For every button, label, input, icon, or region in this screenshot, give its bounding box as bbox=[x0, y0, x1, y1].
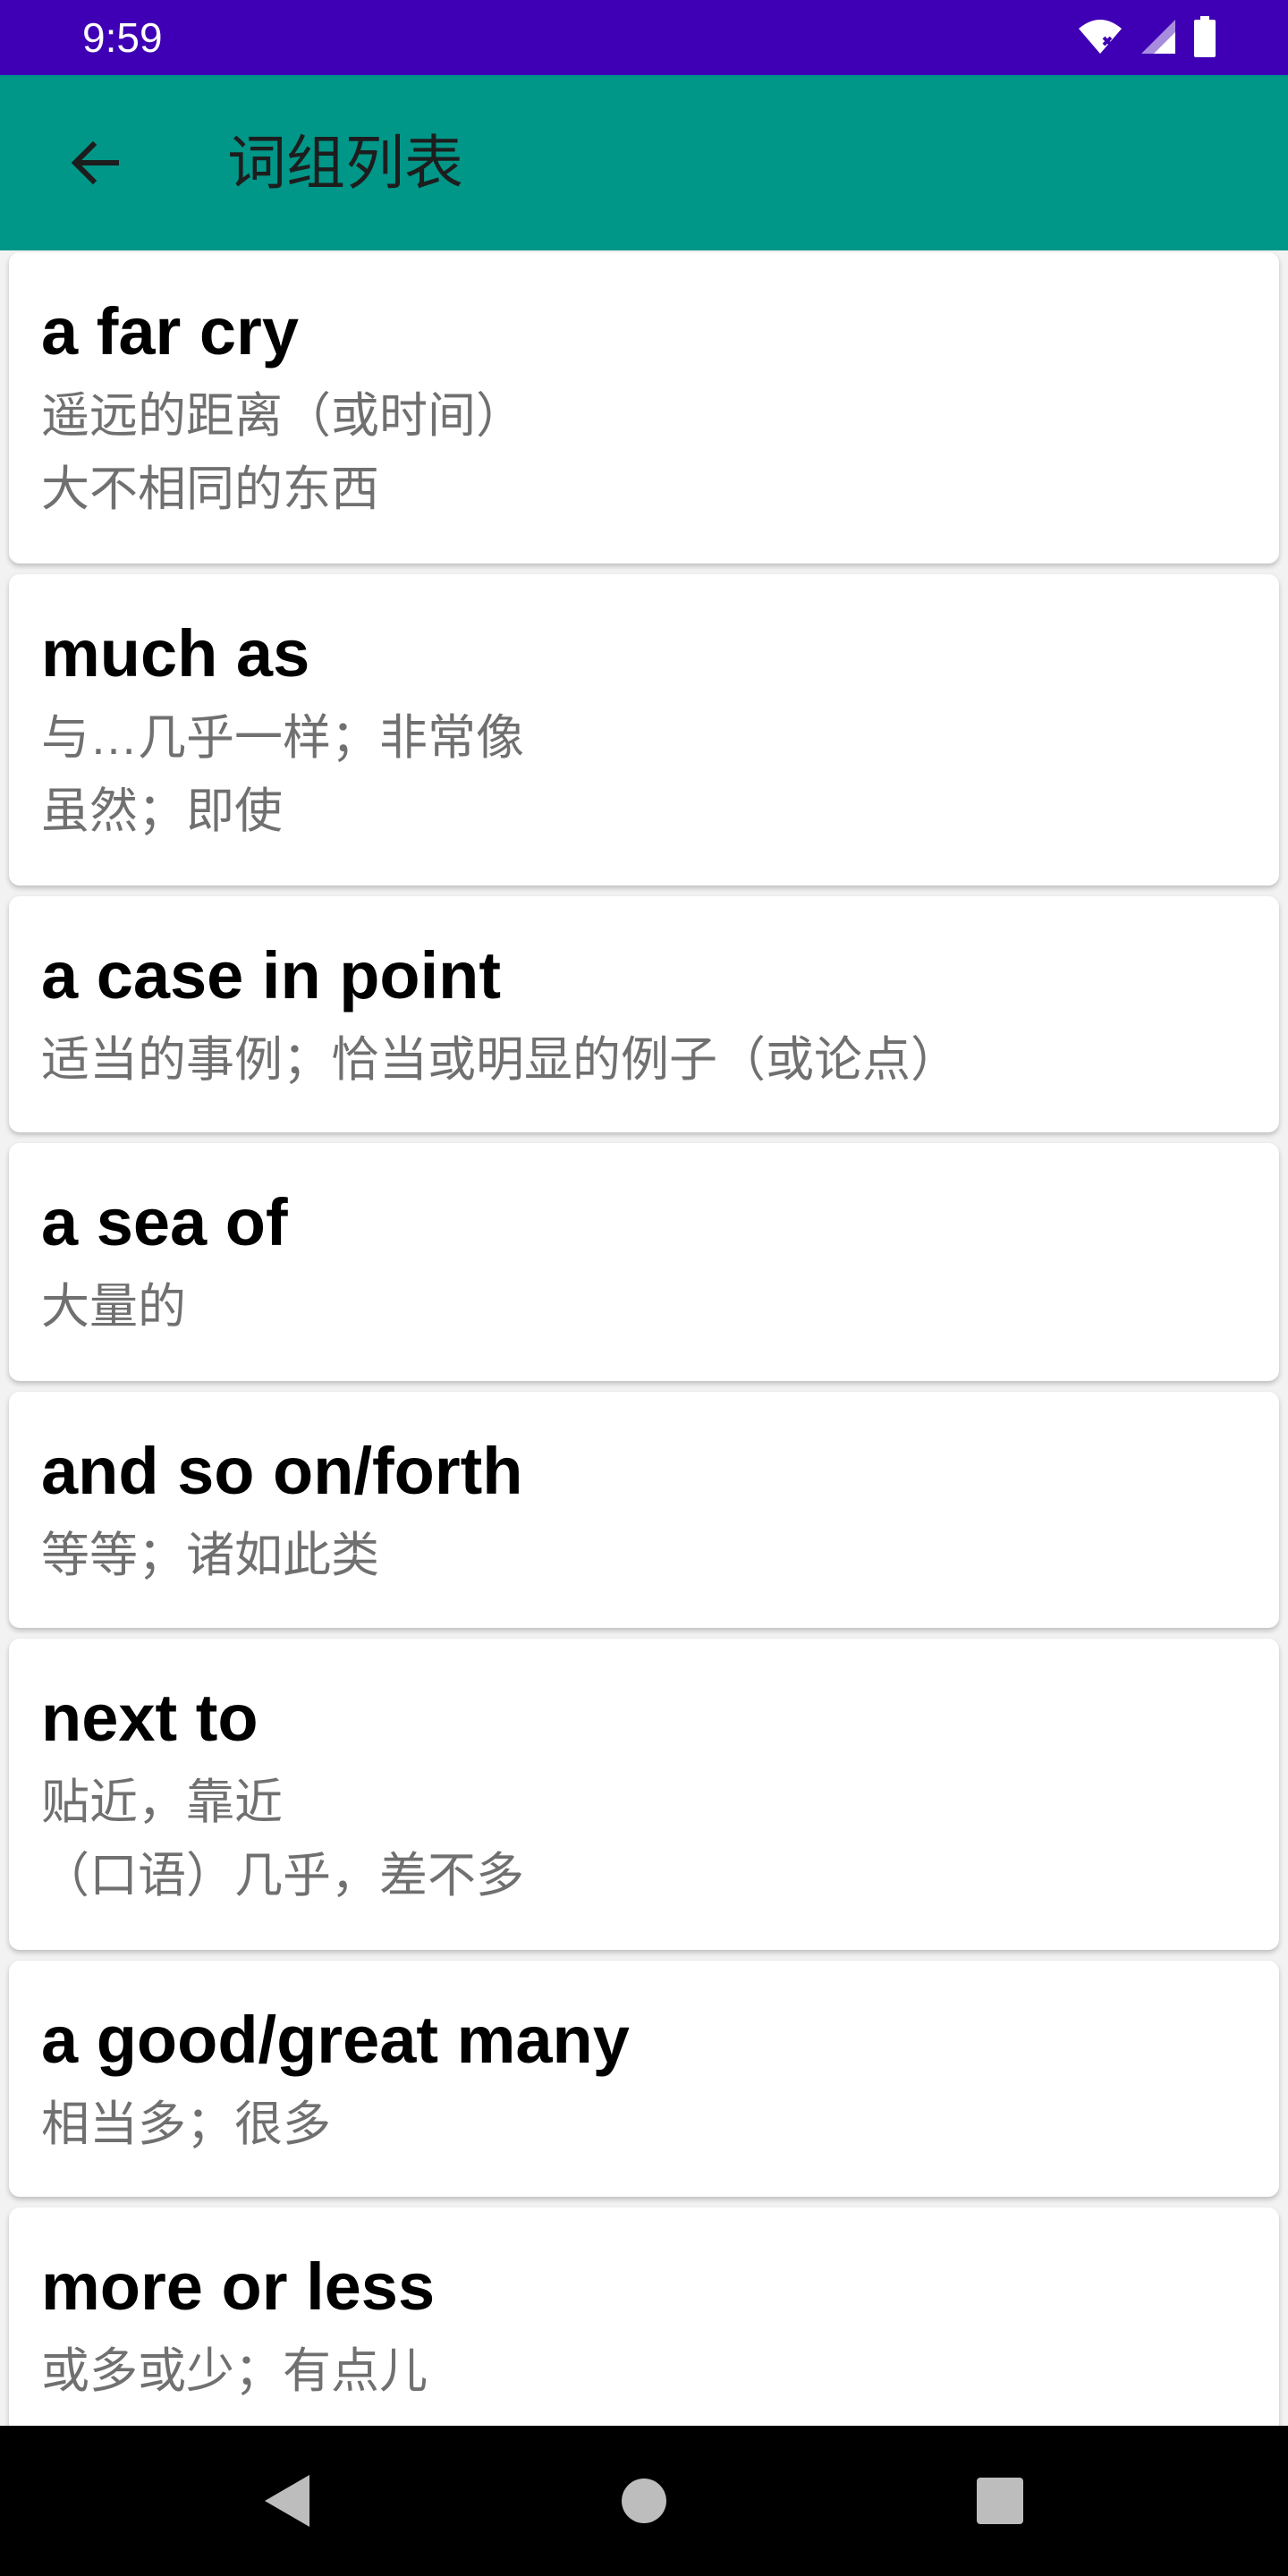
page-title: 词组列表 bbox=[227, 130, 463, 196]
phrase-text: next to bbox=[41, 1681, 258, 1755]
phrase-text: a sea of bbox=[41, 1185, 288, 1259]
phrase-meaning: 遥远的距离（或时间） bbox=[41, 389, 524, 443]
phrase-card[interactable]: and so on/forth 等等；诸如此类 bbox=[9, 1392, 1279, 1628]
phrase-card[interactable]: more or less 或多或少；有点儿 bbox=[9, 2207, 1279, 2426]
wifi-icon bbox=[1079, 20, 1122, 54]
phrase-meaning: 相当多；很多 bbox=[41, 2097, 331, 2151]
phrase-meaning: 大不相同的东西 bbox=[41, 462, 379, 516]
recents-square-icon bbox=[977, 2478, 1023, 2524]
phrase-meaning: 等等；诸如此类 bbox=[41, 1529, 379, 1582]
phrase-text: a case in point bbox=[41, 938, 502, 1013]
phrase-text: much as bbox=[41, 616, 310, 691]
phrase-card[interactable]: a good/great many 相当多；很多 bbox=[9, 1961, 1279, 2197]
phrase-meaning: 虽然；即使 bbox=[41, 784, 283, 838]
phrase-card[interactable]: next to 贴近，靠近 （口语）几乎，差不多 bbox=[9, 1639, 1279, 1950]
phrase-meaning: 适当的事例；恰当或明显的例子（或论点） bbox=[41, 1033, 959, 1087]
phrase-text: more or less bbox=[41, 2250, 436, 2324]
signal-icon bbox=[1141, 20, 1175, 54]
phrase-text: and so on/forth bbox=[41, 1434, 523, 1508]
home-circle-icon bbox=[622, 2479, 666, 2523]
phrase-text: a good/great many bbox=[41, 2003, 630, 2077]
arrow-left-icon bbox=[71, 140, 119, 185]
phrase-card[interactable]: a sea of 大量的 bbox=[9, 1143, 1279, 1381]
phrase-card[interactable]: a case in point 适当的事例；恰当或明显的例子（或论点） bbox=[9, 896, 1279, 1132]
battery-icon bbox=[1194, 16, 1216, 57]
phrase-meaning: 与…几乎一样；非常像 bbox=[41, 711, 524, 765]
nav-home-button[interactable] bbox=[605, 2462, 683, 2540]
app-bar: 词组列表 bbox=[0, 75, 1288, 250]
status-bar: 9:59 bbox=[0, 0, 1288, 75]
phrase-list[interactable]: a far cry 遥远的距离（或时间） 大不相同的东西 much as 与…几… bbox=[0, 250, 1288, 2426]
phrase-meaning: 贴近，靠近 bbox=[41, 1775, 283, 1829]
phrase-card[interactable]: a far cry 遥远的距离（或时间） 大不相同的东西 bbox=[9, 252, 1279, 564]
nav-recents-button[interactable] bbox=[961, 2462, 1039, 2540]
back-triangle-icon bbox=[265, 2475, 309, 2527]
navigation-bar bbox=[0, 2426, 1288, 2576]
nav-back-button[interactable] bbox=[247, 2462, 326, 2540]
status-icons bbox=[1077, 16, 1216, 57]
status-time: 9:59 bbox=[82, 14, 163, 61]
phrase-meaning: 或多或少；有点儿 bbox=[41, 2344, 428, 2398]
back-button[interactable] bbox=[47, 114, 143, 211]
phrase-text: a far cry bbox=[41, 294, 299, 369]
phrase-card[interactable]: much as 与…几乎一样；非常像 虽然；即使 bbox=[9, 574, 1279, 886]
phrase-meaning: 大量的 bbox=[41, 1280, 186, 1334]
phrase-meaning: （口语）几乎，差不多 bbox=[41, 1849, 524, 1902]
